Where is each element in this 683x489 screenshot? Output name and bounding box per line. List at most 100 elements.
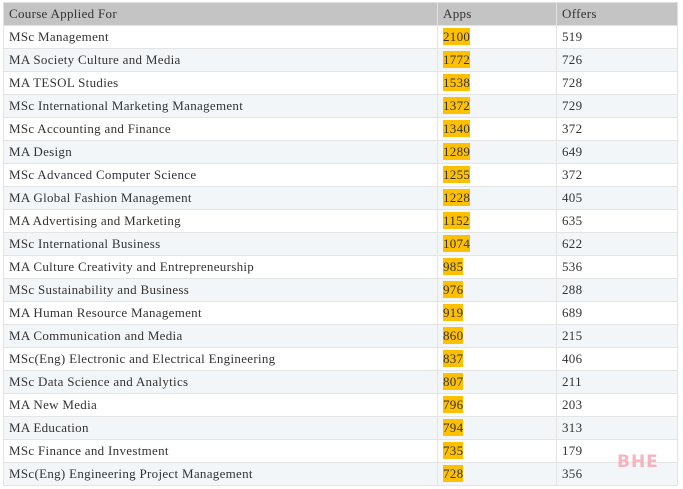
apps-cell: 796 — [437, 393, 557, 417]
table-row: MSc Finance and Investment 735 179 — [3, 439, 678, 463]
apps-value-highlight: 976 — [443, 281, 464, 298]
table-row: MA TESOL Studies 1538 728 — [3, 71, 678, 95]
apps-cell: 919 — [437, 301, 557, 325]
table-row: MSc International Business 1074 622 — [3, 232, 678, 256]
course-cell: MA Global Fashion Management — [3, 186, 438, 210]
course-cell: MSc International Business — [3, 232, 438, 256]
apps-cell: 1372 — [437, 94, 557, 118]
table-row: MSc Data Science and Analytics 807 211 — [3, 370, 678, 394]
apps-value-highlight: 735 — [443, 442, 464, 459]
apps-value-highlight: 1255 — [443, 166, 471, 183]
course-cell: MSc(Eng) Electronic and Electrical Engin… — [3, 347, 438, 371]
apps-cell: 1538 — [437, 71, 557, 95]
table-row: MA Society Culture and Media 1772 726 — [3, 48, 678, 72]
table-row: MA Culture Creativity and Entrepreneursh… — [3, 255, 678, 279]
apps-cell: 985 — [437, 255, 557, 279]
course-cell: MSc Finance and Investment — [3, 439, 438, 463]
apps-cell: 1289 — [437, 140, 557, 164]
course-cell: MA Human Resource Management — [3, 301, 438, 325]
apps-cell: 1074 — [437, 232, 557, 256]
offers-cell: 372 — [556, 163, 678, 187]
apps-cell: 2100 — [437, 25, 557, 49]
apps-cell: 807 — [437, 370, 557, 394]
apps-value-highlight: 728 — [443, 465, 464, 482]
table-row: MA Communication and Media 860 215 — [3, 324, 678, 348]
offers-cell: 372 — [556, 117, 678, 141]
apps-value-highlight: 796 — [443, 396, 464, 413]
apps-value-highlight: 1372 — [443, 97, 471, 114]
offers-cell: 211 — [556, 370, 678, 394]
table-row: MA Design 1289 649 — [3, 140, 678, 164]
apps-value-highlight: 1340 — [443, 120, 471, 137]
apps-value-highlight: 1228 — [443, 189, 471, 206]
table-row: MA New Media 796 203 — [3, 393, 678, 417]
apps-cell: 837 — [437, 347, 557, 371]
course-cell: MSc Data Science and Analytics — [3, 370, 438, 394]
offers-cell: 635 — [556, 209, 678, 233]
offers-cell: 406 — [556, 347, 678, 371]
apps-value-highlight: 1772 — [443, 51, 471, 68]
apps-value-highlight: 807 — [443, 373, 464, 390]
apps-value-highlight: 2100 — [443, 28, 471, 45]
apps-cell: 976 — [437, 278, 557, 302]
course-cell: MSc Accounting and Finance — [3, 117, 438, 141]
apps-value-highlight: 860 — [443, 327, 464, 344]
apps-value-highlight: 1538 — [443, 74, 471, 91]
apps-cell: 794 — [437, 416, 557, 440]
offers-cell: 726 — [556, 48, 678, 72]
apps-value-highlight: 1074 — [443, 235, 471, 252]
header-apps: Apps — [437, 2, 557, 26]
apps-cell: 735 — [437, 439, 557, 463]
course-cell: MSc Sustainability and Business — [3, 278, 438, 302]
offers-cell: 313 — [556, 416, 678, 440]
table-row: MA Human Resource Management 919 689 — [3, 301, 678, 325]
course-cell: MSc(Eng) Engineering Project Management — [3, 462, 438, 486]
table-row: MSc Sustainability and Business 976 288 — [3, 278, 678, 302]
apps-value-highlight: 1289 — [443, 143, 471, 160]
offers-cell: 729 — [556, 94, 678, 118]
table-body: MSc Management 2100 519 MA Society Culture … — [3, 25, 678, 486]
apps-cell: 1228 — [437, 186, 557, 210]
apps-cell: 728 — [437, 462, 557, 486]
course-cell: MSc Management — [3, 25, 438, 49]
apps-cell: 1152 — [437, 209, 557, 233]
apps-cell: 1340 — [437, 117, 557, 141]
table-row: MSc International Marketing Management 13… — [3, 94, 678, 118]
offers-cell: 649 — [556, 140, 678, 164]
apps-value-highlight: 794 — [443, 419, 464, 436]
table-row: MSc(Eng) Electronic and Electrical Engin… — [3, 347, 678, 371]
apps-value-highlight: 985 — [443, 258, 464, 275]
table-row: MSc Accounting and Finance 1340 372 — [3, 117, 678, 141]
offers-cell: 215 — [556, 324, 678, 348]
offers-cell: 288 — [556, 278, 678, 302]
header-offers: Offers — [556, 2, 678, 26]
course-cell: MA Communication and Media — [3, 324, 438, 348]
table-row: MSc(Eng) Engineering Project Management 7… — [3, 462, 678, 486]
offers-cell: 405 — [556, 186, 678, 210]
apps-value-highlight: 1152 — [443, 212, 470, 229]
offers-cell: 519 — [556, 25, 678, 49]
apps-value-highlight: 919 — [443, 304, 464, 321]
offers-cell: 203 — [556, 393, 678, 417]
table-row: MSc Management 2100 519 — [3, 25, 678, 49]
header-course: Course Applied For — [3, 2, 438, 26]
course-cell: MSc International Marketing Management — [3, 94, 438, 118]
course-cell: MA Culture Creativity and Entrepreneursh… — [3, 255, 438, 279]
course-cell: MA New Media — [3, 393, 438, 417]
apps-cell: 1255 — [437, 163, 557, 187]
course-cell: MA Education — [3, 416, 438, 440]
applications-table-container: Course Applied For Apps Offers MSc Manag… — [3, 2, 678, 486]
bhe-watermark: BHE — [617, 452, 659, 472]
course-cell: MA Design — [3, 140, 438, 164]
table-header-row: Course Applied For Apps Offers — [3, 2, 678, 26]
table-row: MA Education 794 313 — [3, 416, 678, 440]
table-row: MSc Advanced Computer Science 1255 372 — [3, 163, 678, 187]
course-cell: MSc Advanced Computer Science — [3, 163, 438, 187]
table-row: MA Advertising and Marketing 1152 635 — [3, 209, 678, 233]
apps-cell: 860 — [437, 324, 557, 348]
offers-cell: 622 — [556, 232, 678, 256]
offers-cell: 689 — [556, 301, 678, 325]
offers-cell: 536 — [556, 255, 678, 279]
course-cell: MA TESOL Studies — [3, 71, 438, 95]
applications-table: Course Applied For Apps Offers MSc Manag… — [3, 2, 678, 486]
